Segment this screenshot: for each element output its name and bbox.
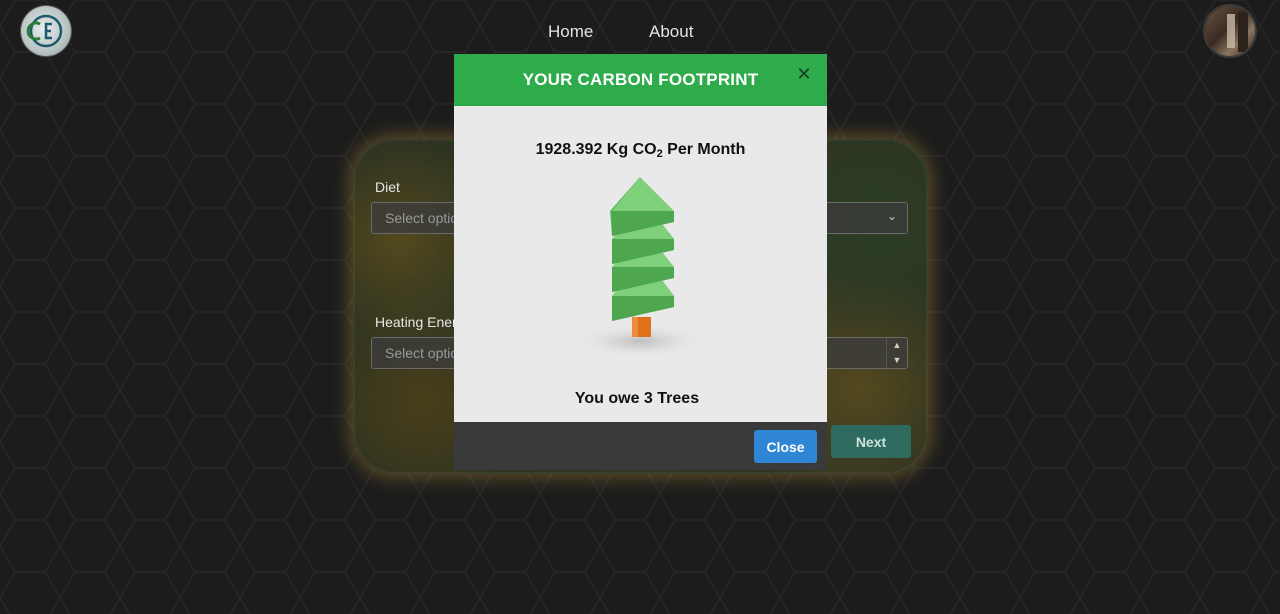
user-avatar[interactable] <box>1205 6 1255 56</box>
close-button[interactable]: Close <box>754 430 817 463</box>
number-spinner[interactable]: ▲ ▼ <box>886 338 907 368</box>
footprint-unit: Kg CO <box>606 141 657 158</box>
tree-illustration <box>570 177 710 359</box>
footprint-unit-subscript: 2 <box>656 148 663 160</box>
logo-icon <box>26 14 63 48</box>
chevron-down-icon: ⌄ <box>886 209 897 223</box>
app-logo[interactable] <box>21 6 71 56</box>
footprint-amount: 1928.392 Kg CO2 Per Month <box>454 141 827 160</box>
modal-footer: Close <box>454 422 827 470</box>
footprint-value: 1928.392 <box>535 141 603 158</box>
modal-body: 1928.392 Kg CO2 Per Month You owe 3 Tree… <box>454 106 827 422</box>
footprint-period: Per Month <box>667 141 746 158</box>
nav-home-link[interactable]: Home <box>548 22 593 42</box>
trees-owed-text: You owe 3 Trees <box>574 390 700 407</box>
diet-label: Diet <box>375 179 400 195</box>
modal-header: YOUR CARBON FOOTPRINT ✕ <box>454 54 827 106</box>
modal-title: YOUR CARBON FOOTPRINT <box>522 70 759 89</box>
spinner-down-icon[interactable]: ▼ <box>887 353 907 368</box>
next-button[interactable]: Next <box>831 425 911 458</box>
nav-about-link[interactable]: About <box>649 22 693 42</box>
carbon-footprint-modal: YOUR CARBON FOOTPRINT ✕ 1928.392 Kg CO2 … <box>454 54 827 470</box>
spinner-up-icon[interactable]: ▲ <box>887 338 907 353</box>
close-icon[interactable]: ✕ <box>796 65 812 83</box>
